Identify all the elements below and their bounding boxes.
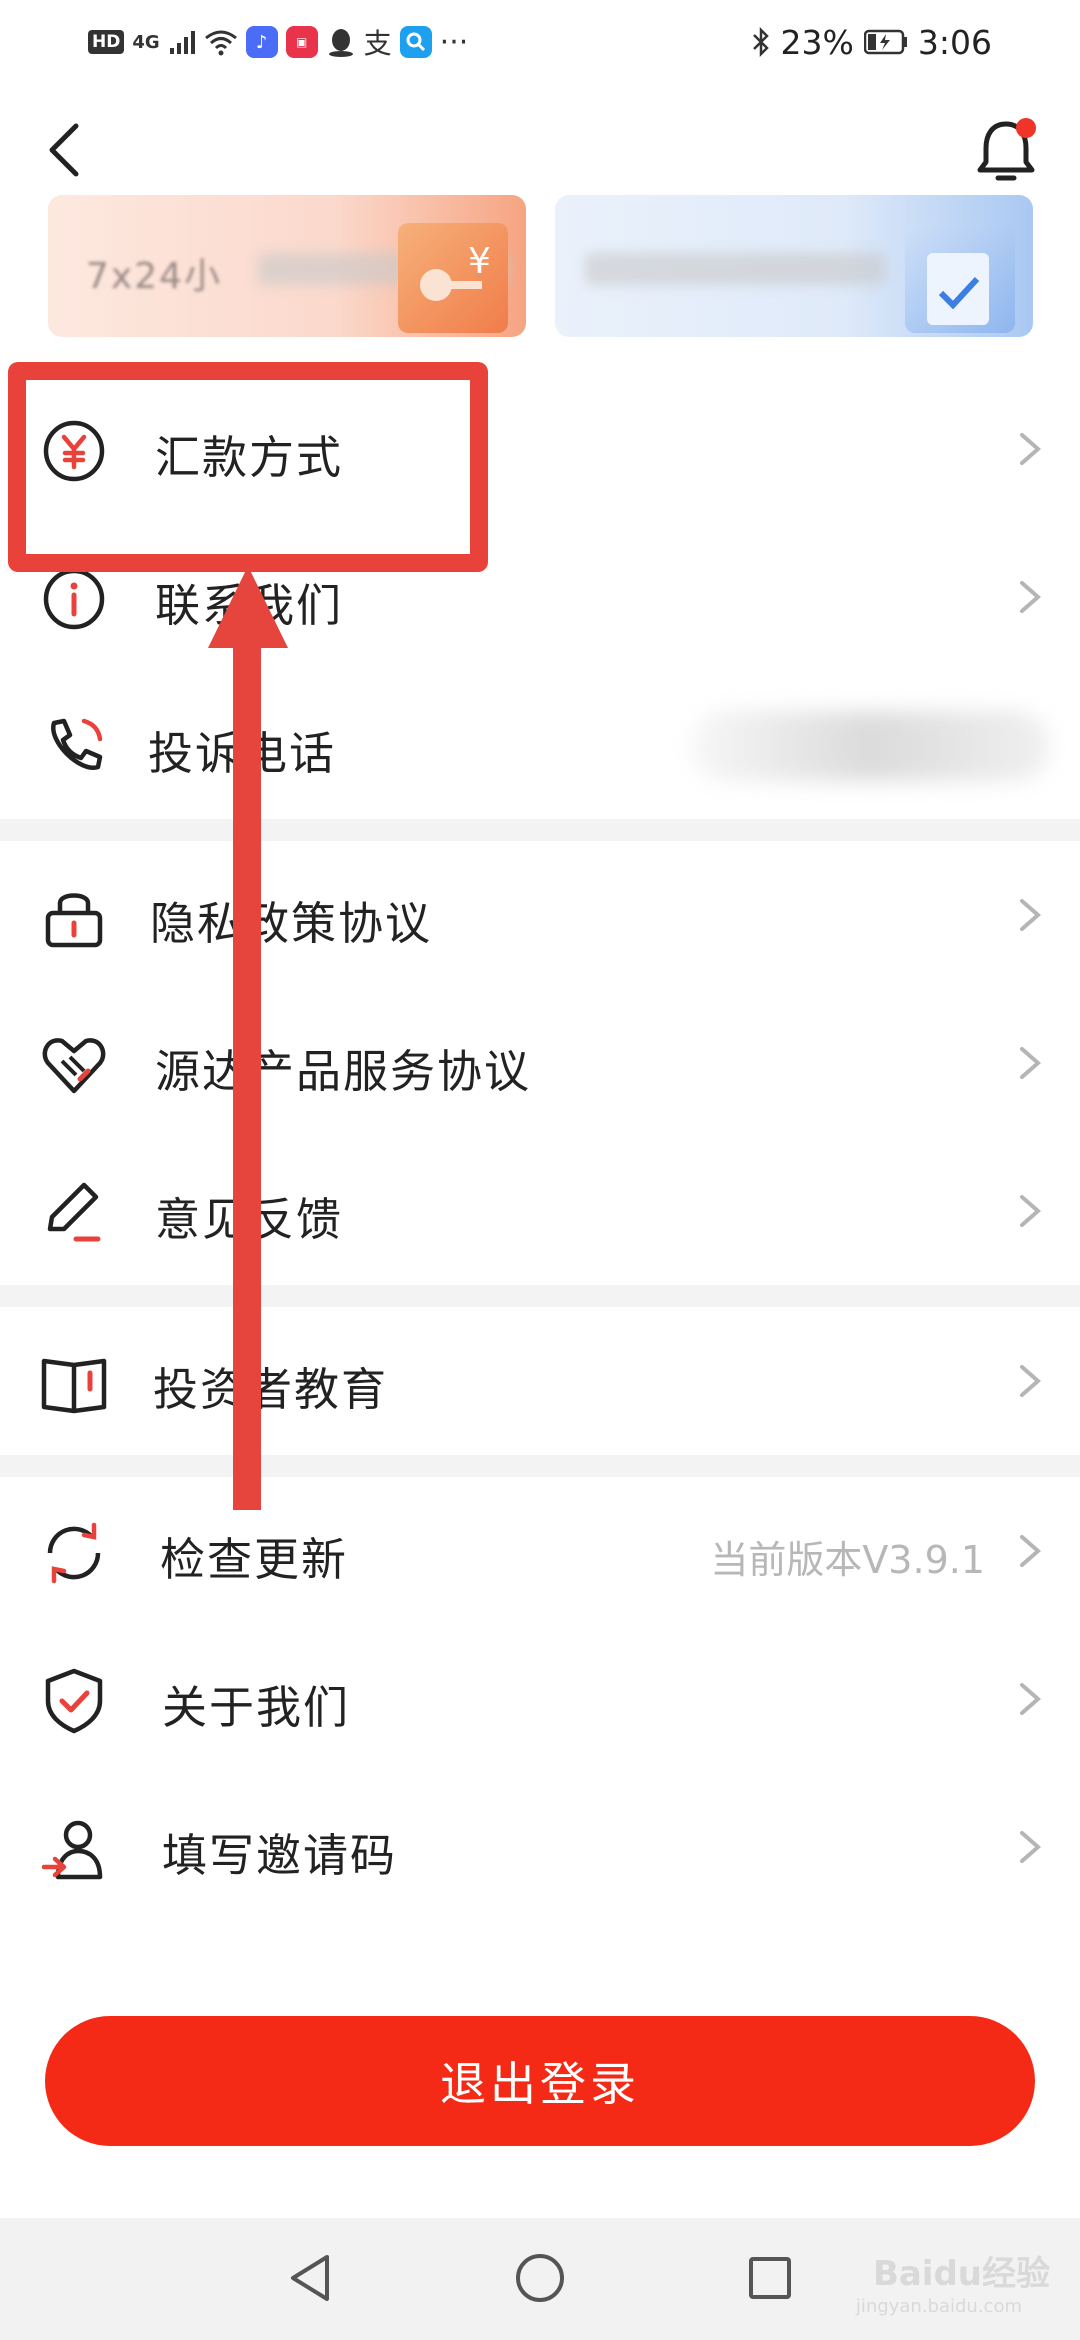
status-bar: HD 4G ♪ ▣ 支 ··· 23% 3:06 [0, 0, 1080, 84]
baidu-watermark: Baidu经验 [872, 2254, 1050, 2294]
lock-icon [40, 883, 108, 951]
section-divider [0, 1455, 1080, 1477]
nav-home-button[interactable] [510, 2248, 570, 2308]
chevron-right-icon [1020, 1535, 1042, 1567]
screen: HD 4G ♪ ▣ 支 ··· 23% 3:06 7x24小 ¥ 汇款方式 联系… [0, 0, 1080, 2340]
handshake-heart-icon [40, 1031, 108, 1099]
menu-item-privacy-policy[interactable]: 隐私政策协议 [0, 841, 1080, 989]
svg-text:¥: ¥ [468, 241, 491, 282]
menu-item-remit-method[interactable]: 汇款方式 [0, 375, 1080, 523]
current-version-text: 当前版本V3.9.1 [710, 1538, 985, 1582]
menu-label-about: 关于我们 [162, 1681, 351, 1734]
menu-item-invite-code[interactable]: 填写邀请码 [0, 1773, 1080, 1921]
music-app-icon: ♪ [245, 26, 278, 58]
chevron-right-icon [1020, 1365, 1042, 1397]
alipay-icon: 支 [363, 27, 392, 60]
phone-icon [40, 713, 108, 781]
promo-card-left[interactable]: 7x24小 ¥ [48, 195, 526, 337]
chevron-right-icon [1020, 1831, 1042, 1863]
search-app-icon [399, 26, 432, 58]
menu-label-feedback: 意见反馈 [155, 1193, 344, 1246]
section-divider [0, 1285, 1080, 1307]
baidu-watermark-url: jingyan.baidu.com [855, 2296, 1022, 2317]
chevron-left-icon [49, 123, 79, 177]
battery-charging-icon [863, 29, 907, 55]
menu-label-remit: 汇款方式 [155, 431, 344, 484]
book-icon [40, 1349, 108, 1417]
battery-percent: 23% [780, 22, 854, 62]
settings-menu: 汇款方式 联系我们 投诉电话 隐私政策协议 源达产品服务协议 意见反馈 投资者教… [0, 375, 1080, 1921]
square-recents-icon [749, 2257, 791, 2299]
circle-home-icon [516, 2254, 564, 2302]
yuan-circle-icon [40, 417, 108, 485]
yuan-key-art-icon: ¥ [398, 223, 508, 333]
back-button[interactable] [34, 110, 94, 190]
pen-icon [40, 1179, 108, 1247]
clock: 3:06 [917, 22, 992, 62]
menu-item-feedback[interactable]: 意见反馈 [0, 1137, 1080, 1285]
menu-item-about-us[interactable]: 关于我们 [0, 1625, 1080, 1773]
more-notifications: ··· [439, 24, 469, 60]
chevron-right-icon [1020, 581, 1042, 613]
nav-recents-button[interactable] [740, 2248, 800, 2308]
menu-label-education: 投资者教育 [153, 1363, 389, 1416]
menu-item-investor-education[interactable]: 投资者教育 [0, 1307, 1080, 1455]
triangle-back-icon [291, 2255, 329, 2301]
menu-item-contact-us[interactable]: 联系我们 [0, 523, 1080, 671]
hd-badge: HD [88, 30, 125, 54]
chevron-right-icon [1020, 1195, 1042, 1227]
huawei-store-icon: ▣ [285, 26, 318, 58]
blurred-text [585, 253, 885, 285]
top-nav [0, 100, 1080, 200]
bluetooth-icon [752, 26, 769, 58]
network-indicator: 4G [132, 31, 160, 53]
logout-button[interactable]: 退出登录 [45, 2016, 1035, 2146]
promo-card-right[interactable] [555, 195, 1033, 337]
chevron-right-icon [1020, 899, 1042, 931]
promo-card-left-text: 7x24小 [86, 256, 223, 297]
menu-label-contact: 联系我们 [155, 579, 344, 632]
info-circle-icon [40, 565, 108, 633]
nav-back-button[interactable] [280, 2248, 340, 2308]
blurred-phone-number [690, 711, 1050, 781]
shield-check-icon [40, 1667, 108, 1735]
notification-button[interactable] [966, 110, 1046, 190]
document-check-art-icon [905, 223, 1015, 333]
menu-item-check-update[interactable]: 检查更新 当前版本V3.9.1 [0, 1477, 1080, 1625]
chevron-right-icon [1020, 1047, 1042, 1079]
chevron-right-icon [1020, 433, 1042, 465]
menu-label-invite: 填写邀请码 [162, 1829, 398, 1882]
menu-label-complaint: 投诉电话 [148, 727, 337, 780]
signal-icon [169, 31, 195, 54]
menu-label-service: 源达产品服务协议 [155, 1045, 532, 1098]
chevron-right-icon [1020, 1683, 1042, 1715]
section-divider [0, 819, 1080, 841]
refresh-icon [40, 1519, 108, 1587]
menu-label-privacy: 隐私政策协议 [150, 897, 433, 950]
system-nav-bar: Baidu经验 jingyan.baidu.com [0, 2218, 1080, 2340]
qq-icon [328, 29, 353, 57]
notification-dot [1016, 118, 1036, 138]
user-share-icon [40, 1815, 108, 1883]
menu-label-update: 检查更新 [160, 1533, 349, 1586]
promo-cards: 7x24小 ¥ [0, 195, 1080, 340]
wifi-icon [204, 30, 237, 56]
menu-item-service-agreement[interactable]: 源达产品服务协议 [0, 989, 1080, 1137]
menu-item-complaint-phone[interactable]: 投诉电话 [0, 671, 1080, 819]
